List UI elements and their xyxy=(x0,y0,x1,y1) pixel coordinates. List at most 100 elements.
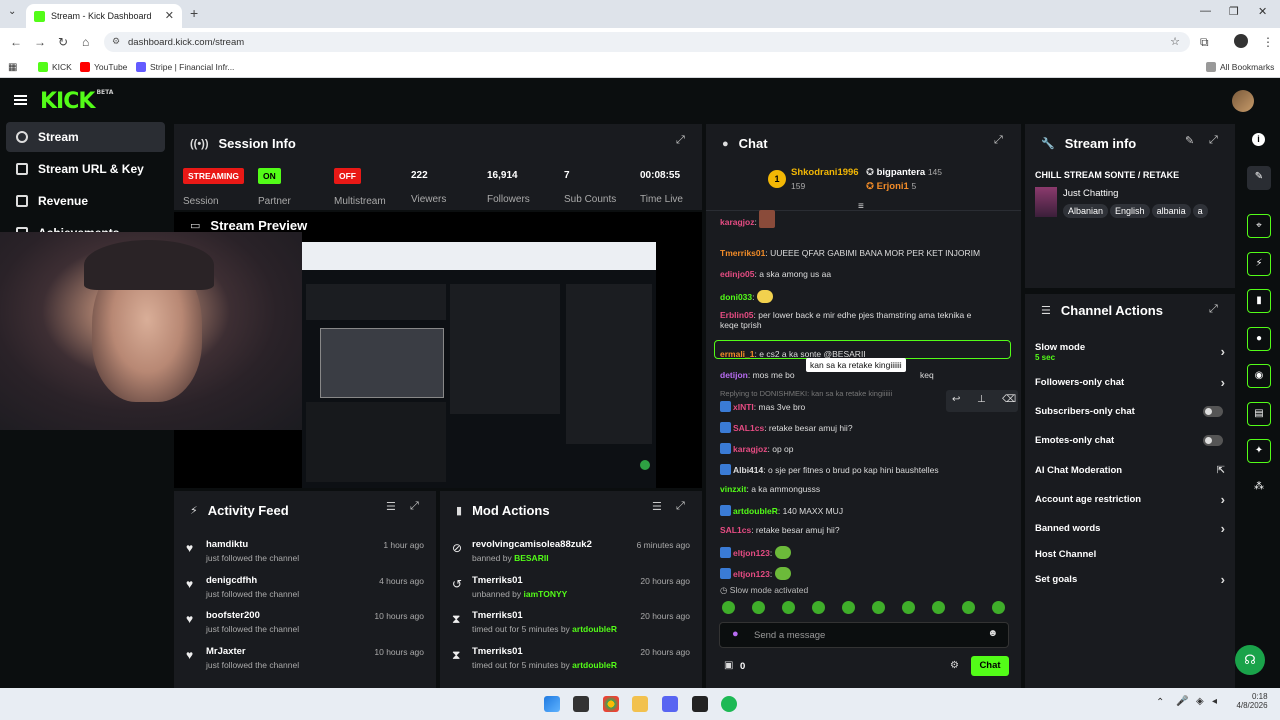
filter-icon[interactable]: ☰ xyxy=(386,500,396,513)
action-slow-mode[interactable]: Slow mode 5 sec › xyxy=(1035,342,1225,362)
support-icon[interactable]: ☊ xyxy=(1235,645,1265,675)
settings-icon[interactable]: ⚙ xyxy=(950,660,959,671)
discord-icon[interactable] xyxy=(662,696,678,712)
chat-message[interactable]: artdoubleR: 140 MAXX MUJ xyxy=(720,505,843,516)
chat-message[interactable]: karagjoz: op op xyxy=(720,443,794,454)
expand-icon[interactable]: ⤢ xyxy=(1209,134,1218,147)
feed-user[interactable]: denigcdfhh xyxy=(206,575,257,586)
chat-message[interactable]: SAL1cs: retake besar amuj hii? xyxy=(720,422,853,433)
chat-input[interactable]: ● Send a message ☻ xyxy=(719,622,1009,648)
action-emotes-only[interactable]: Emotes-only chat xyxy=(1035,435,1225,446)
home-icon[interactable]: ⌂ xyxy=(82,35,89,49)
obs-icon[interactable] xyxy=(692,696,708,712)
emote-picker-icon[interactable] xyxy=(872,601,885,614)
chat-username[interactable]: Erblin05 xyxy=(720,310,754,320)
avatar[interactable] xyxy=(1232,90,1254,112)
mod-by[interactable]: artdoubleR xyxy=(572,624,617,634)
extensions-icon[interactable]: ⧉ xyxy=(1200,35,1209,50)
delete-icon[interactable]: ⌫ xyxy=(1002,394,1016,405)
mod-by[interactable]: iamTONYY xyxy=(524,589,568,599)
emotes-only-toggle[interactable] xyxy=(1203,435,1223,446)
chat-username[interactable]: artdoubleR xyxy=(733,506,778,516)
sidebar-item-stream-url-key[interactable]: Stream URL & Key xyxy=(6,154,165,184)
network-icon[interactable]: ◈ xyxy=(1196,696,1204,707)
feed-user[interactable]: hamdiktu xyxy=(206,539,248,550)
forward-icon[interactable]: → xyxy=(34,35,46,49)
leader-name[interactable]: Erjoni1 xyxy=(877,181,909,192)
feed-user[interactable]: boofster200 xyxy=(206,610,260,621)
browser-menu-icon[interactable]: ⋮ xyxy=(1262,35,1274,49)
all-bookmarks[interactable]: All Bookmarks xyxy=(1206,62,1274,72)
microphone-icon[interactable]: 🎤 xyxy=(1176,696,1188,707)
start-icon[interactable] xyxy=(544,696,560,712)
stream-preview-video[interactable] xyxy=(302,242,656,488)
emote-picker-icon[interactable] xyxy=(932,601,945,614)
chat-message[interactable]: doni033: xyxy=(720,290,773,303)
tag[interactable]: English xyxy=(1110,204,1150,218)
action-set-goals[interactable]: Set goals › xyxy=(1035,572,1225,587)
chat-message[interactable]: eltjon123: xyxy=(720,546,791,559)
maximize-icon[interactable]: ❐ xyxy=(1229,5,1239,18)
clock[interactable]: 0:18 4/8/2026 xyxy=(1234,692,1267,710)
emote-picker-icon[interactable] xyxy=(812,601,825,614)
emote-picker-icon[interactable] xyxy=(962,601,975,614)
chat-username[interactable]: xINTI xyxy=(733,402,754,412)
tag[interactable]: Albanian xyxy=(1063,204,1109,218)
action-followers-only[interactable]: Followers-only chat › xyxy=(1035,375,1225,390)
chat-message[interactable]: vinzxit: a ka ammongusss xyxy=(720,484,820,494)
edit-layout-icon[interactable]: ✎ xyxy=(1247,166,1271,190)
edit-icon[interactable]: ✎ xyxy=(1185,134,1194,147)
subscribers-only-toggle[interactable] xyxy=(1203,406,1223,417)
bookmark-star-icon[interactable]: ☆ xyxy=(1170,35,1180,48)
chat-message[interactable]: Erblin05: per lower back e mir edhe pjes… xyxy=(720,310,971,330)
mic-icon[interactable]: ● xyxy=(732,628,739,640)
feed-user[interactable]: MrJaxter xyxy=(206,646,246,657)
action-subscribers-only[interactable]: Subscribers-only chat xyxy=(1035,406,1225,417)
chat-message[interactable]: edinjo05: a ska among us aa xyxy=(720,269,831,279)
chat-bubble-icon[interactable]: ● xyxy=(1247,327,1271,351)
minimize-icon[interactable]: — xyxy=(1200,5,1211,17)
shield-icon[interactable]: ▤ xyxy=(1247,402,1271,426)
chat-username[interactable]: eltjon123 xyxy=(733,548,770,558)
expand-icon[interactable]: ⤢ xyxy=(410,500,419,513)
emote-picker-icon[interactable] xyxy=(722,601,735,614)
chat-username[interactable]: edinjo05 xyxy=(720,269,754,279)
chat-username[interactable]: vinzxit xyxy=(720,484,746,494)
chrome-icon[interactable] xyxy=(603,696,619,712)
action-ai-moderation[interactable]: AI Chat Moderation ⇱ xyxy=(1035,465,1225,476)
chat-username[interactable]: karagjoz xyxy=(720,217,755,227)
bookmark-youtube[interactable]: YouTube xyxy=(80,62,127,72)
emote-picker-icon[interactable] xyxy=(782,601,795,614)
browser-tab[interactable]: Stream - Kick Dashboard ✕ xyxy=(26,4,182,28)
expand-icon[interactable]: ⤢ xyxy=(676,500,685,513)
bookmark-stripe[interactable]: Stripe | Financial Infr... xyxy=(136,62,234,72)
wrench-icon[interactable]: ✦ xyxy=(1247,439,1271,463)
action-banned-words[interactable]: Banned words › xyxy=(1035,521,1225,536)
chat-username[interactable]: eltjon123 xyxy=(733,569,770,579)
document-icon[interactable]: ▮ xyxy=(1247,289,1271,313)
broadcast-icon[interactable]: ◉ xyxy=(1247,364,1271,388)
mod-user[interactable]: Tmerriks01 xyxy=(472,646,523,657)
profile-icon[interactable] xyxy=(1234,34,1248,48)
url-input[interactable]: ⚙ dashboard.kick.com/stream ☆ xyxy=(104,32,1190,52)
menu-icon[interactable] xyxy=(14,95,27,105)
lightning-icon[interactable]: ⚡ xyxy=(1247,252,1271,276)
more-icon[interactable]: ⁂ xyxy=(1247,476,1271,500)
chat-message[interactable]: SAL1cs: retake besar amuj hii? xyxy=(720,525,840,535)
chat-username[interactable]: detijon xyxy=(720,370,748,380)
emoji-icon[interactable]: ☻ xyxy=(987,628,998,639)
chat-message[interactable]: Albi414: o sje per fitnes o brud po kap … xyxy=(720,464,939,475)
send-chat-button[interactable]: Chat xyxy=(971,656,1009,676)
volume-icon[interactable]: ◂ xyxy=(1212,696,1217,707)
back-icon[interactable]: ← xyxy=(10,35,22,49)
file-explorer-icon[interactable] xyxy=(632,696,648,712)
mod-user[interactable]: Tmerriks01 xyxy=(472,610,523,621)
chat-username[interactable]: doni033 xyxy=(720,292,752,302)
clip-icon[interactable]: ⌖ xyxy=(1247,214,1271,238)
filter-icon[interactable]: ☰ xyxy=(652,500,662,513)
chat-username[interactable]: SAL1cs xyxy=(733,423,764,433)
category-name[interactable]: Just Chatting xyxy=(1063,188,1118,199)
chat-message[interactable]: eltjon123: xyxy=(720,567,791,580)
emote-picker-icon[interactable] xyxy=(902,601,915,614)
close-window-icon[interactable]: ✕ xyxy=(1258,5,1267,18)
